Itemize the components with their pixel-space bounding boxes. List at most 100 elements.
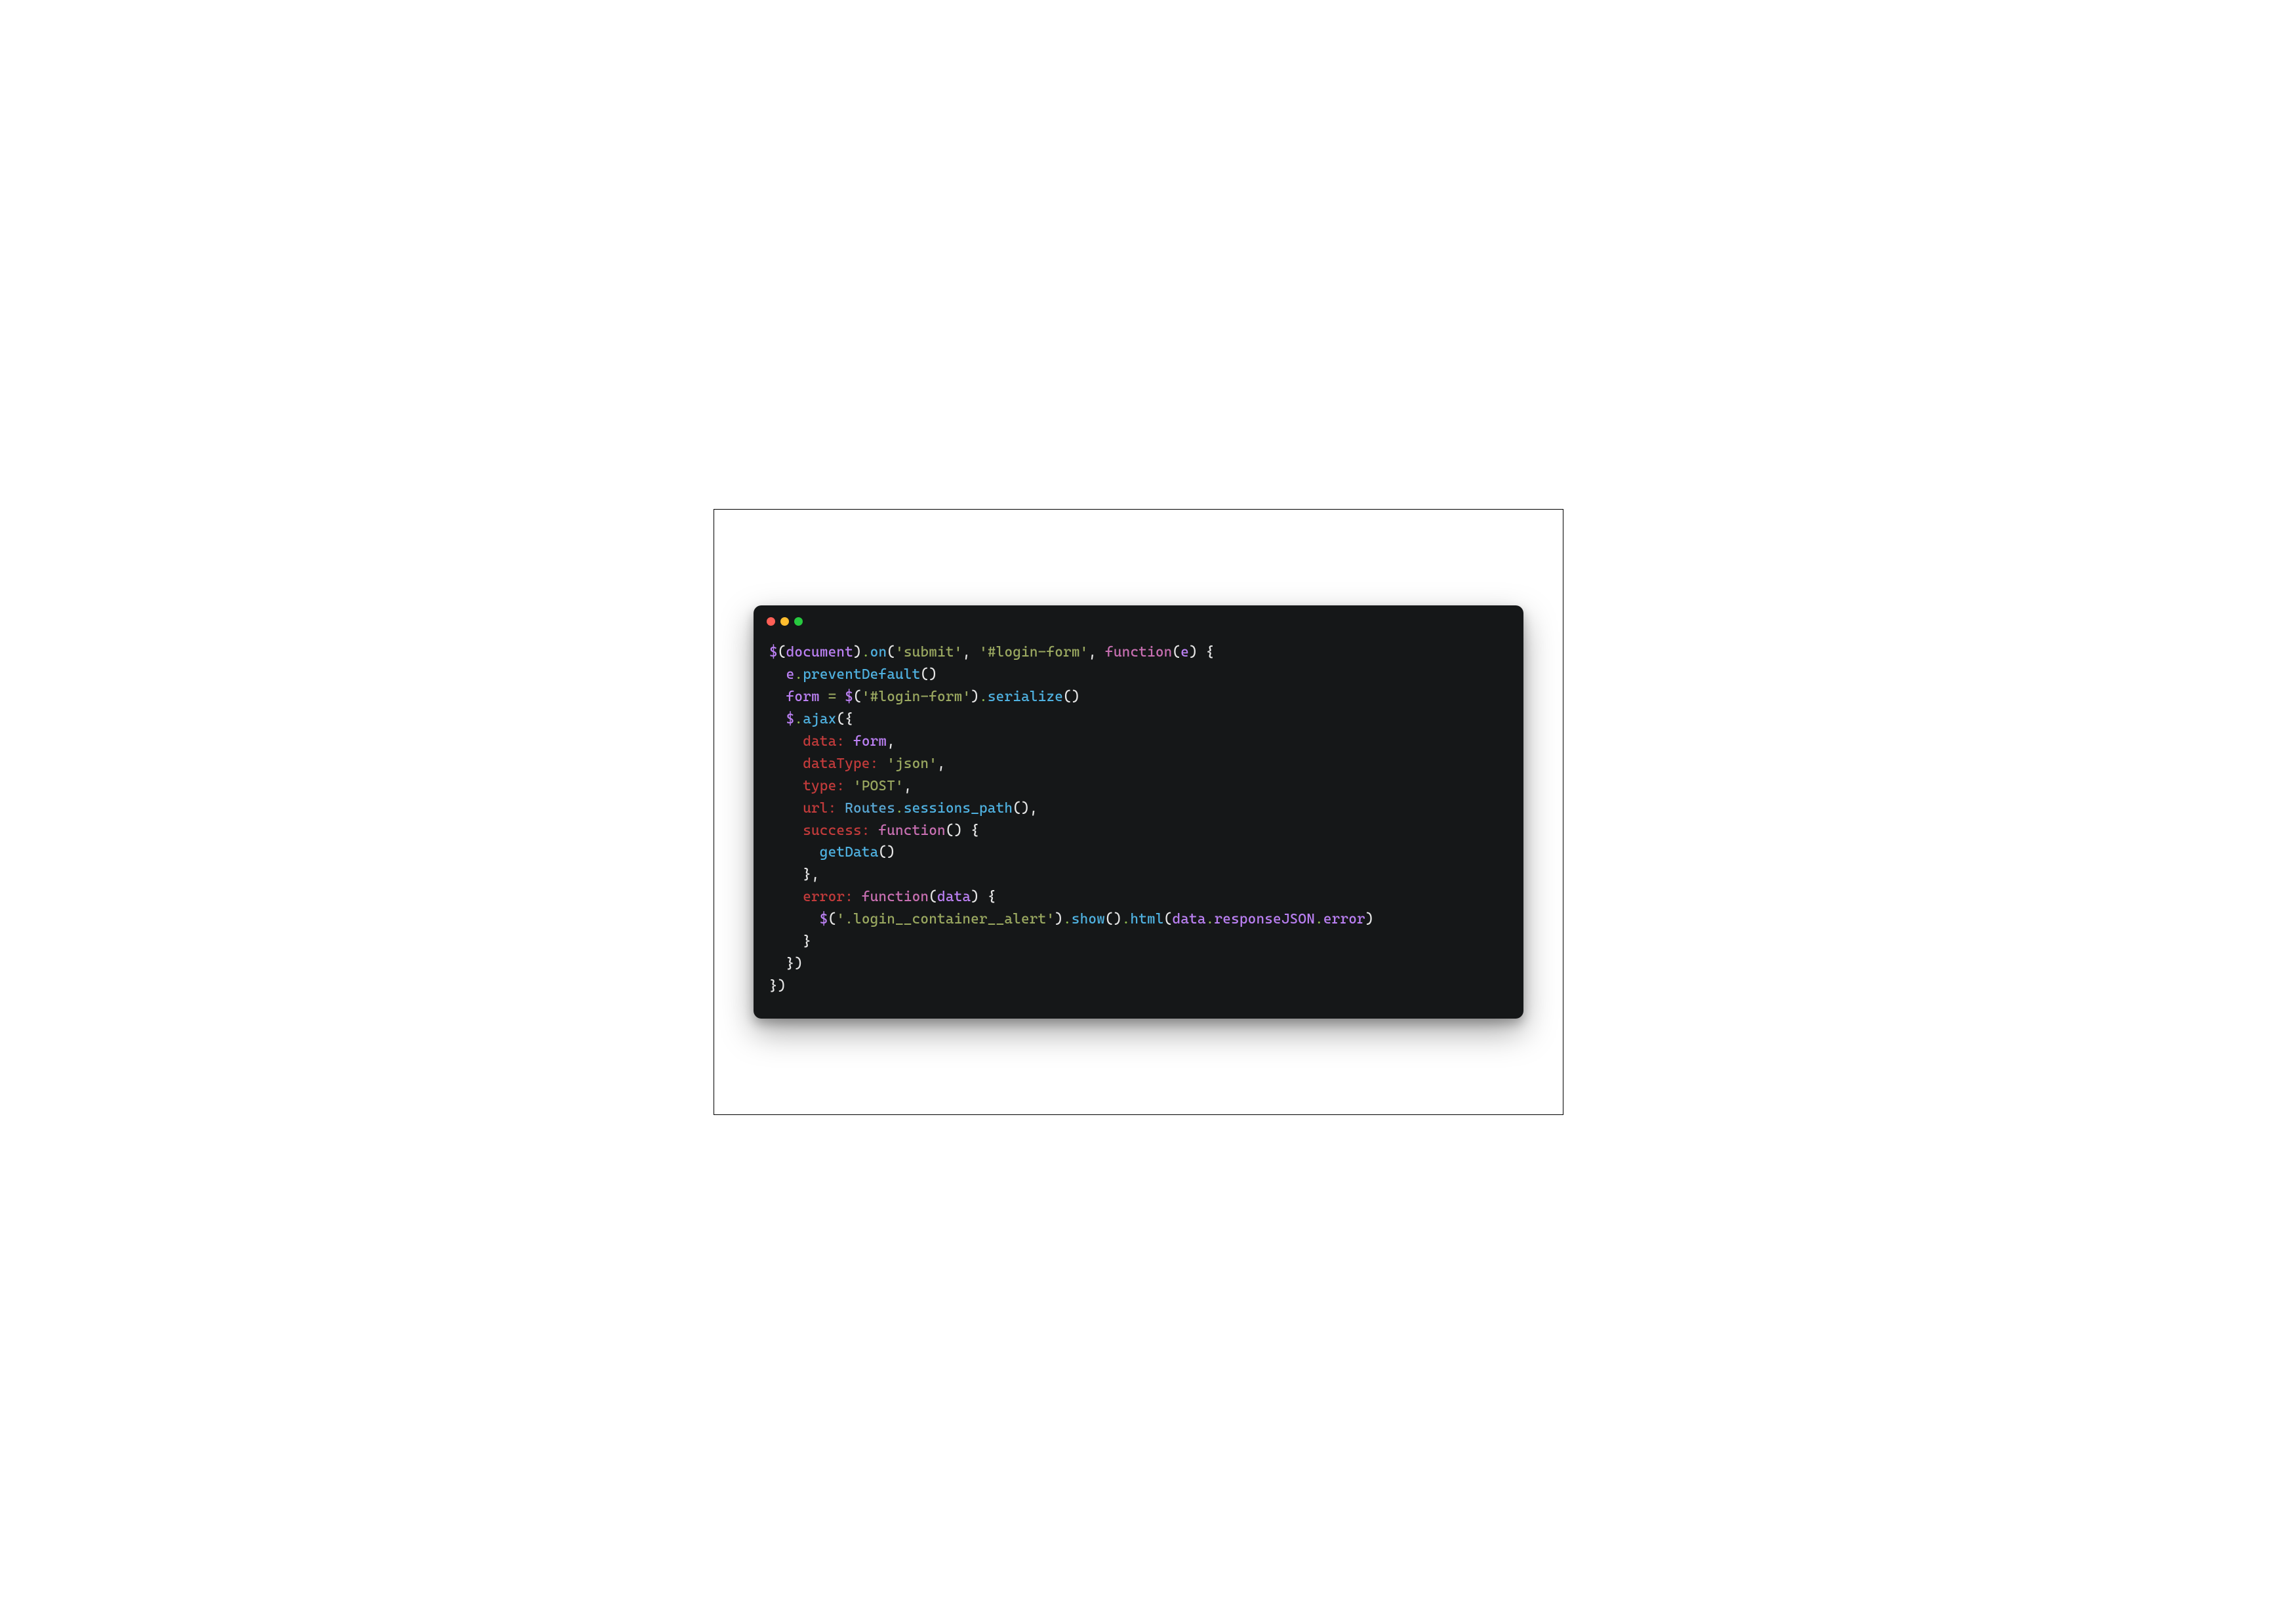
- code-token: type:: [803, 778, 845, 794]
- code-token: e: [1180, 644, 1189, 660]
- code-token: Routes: [845, 800, 895, 817]
- code-token: .: [794, 666, 803, 683]
- code-token: }: [803, 933, 811, 950]
- code-line: $(document).on('submit', '#login-form', …: [769, 644, 1214, 660]
- code-line: form = $('#login-form').serialize(): [769, 689, 1080, 705]
- code-token: '#login-form': [862, 689, 971, 705]
- code-token: error: [1323, 911, 1365, 927]
- code-token: (): [1063, 689, 1080, 705]
- maximize-icon[interactable]: [794, 617, 803, 626]
- code-token: ): [1055, 911, 1063, 927]
- code-token: [769, 822, 803, 839]
- code-token: .: [1122, 911, 1131, 927]
- code-token: [769, 733, 803, 750]
- code-token: (: [1164, 911, 1173, 927]
- code-token: }): [786, 956, 803, 972]
- code-token: 'submit': [895, 644, 962, 660]
- code-token: }): [769, 978, 786, 994]
- code-token: ): [853, 644, 862, 660]
- code-token: show: [1072, 911, 1105, 927]
- code-token: dataType:: [803, 756, 878, 772]
- code-token: ({: [836, 711, 853, 727]
- code-token: ,: [887, 733, 895, 750]
- code-token: [769, 844, 820, 861]
- code-line: $('.login__container__alert').show().htm…: [769, 911, 1374, 927]
- code-line: type: 'POST',: [769, 778, 912, 794]
- code-token: [769, 666, 786, 683]
- window-titlebar: [754, 605, 1523, 626]
- code-token: form: [786, 689, 820, 705]
- code-line: }: [769, 933, 811, 950]
- code-token: (: [853, 689, 862, 705]
- code-token: [769, 866, 803, 883]
- code-token: [836, 800, 845, 817]
- code-token: ): [971, 689, 979, 705]
- code-token: data:: [803, 733, 845, 750]
- code-token: .: [794, 711, 803, 727]
- minimize-icon[interactable]: [780, 617, 789, 626]
- code-token: serialize: [988, 689, 1063, 705]
- code-token: (: [828, 911, 837, 927]
- code-line: dataType: 'json',: [769, 756, 946, 772]
- code-token: [853, 889, 862, 905]
- code-line: }): [769, 978, 786, 994]
- code-token: getData: [820, 844, 879, 861]
- code-token: .: [1063, 911, 1072, 927]
- code-token: data: [1172, 911, 1205, 927]
- code-token: [870, 822, 879, 839]
- code-token: error:: [803, 889, 853, 905]
- code-line: $.ajax({: [769, 711, 853, 727]
- code-window: $(document).on('submit', '#login-form', …: [754, 605, 1523, 1019]
- code-line: data: form,: [769, 733, 895, 750]
- code-token: '.login__container__alert': [836, 911, 1055, 927]
- code-token: success:: [803, 822, 870, 839]
- code-token: [769, 800, 803, 817]
- code-token: ,: [1088, 644, 1105, 660]
- code-token: [820, 689, 828, 705]
- code-token: ) {: [1189, 644, 1214, 660]
- close-icon[interactable]: [767, 617, 775, 626]
- code-token: ,: [904, 778, 912, 794]
- code-token: ,: [937, 756, 946, 772]
- code-token: [845, 778, 853, 794]
- code-token: 'POST': [853, 778, 904, 794]
- code-token: function: [1105, 644, 1172, 660]
- code-token: responseJSON: [1214, 911, 1315, 927]
- code-token: () {: [946, 822, 979, 839]
- code-line: url: Routes.sessions_path(),: [769, 800, 1038, 817]
- code-token: [769, 956, 786, 972]
- code-token: [769, 911, 820, 927]
- code-token: [769, 689, 786, 705]
- code-token: $: [845, 689, 853, 705]
- code-token: (: [1172, 644, 1180, 660]
- code-token: .: [979, 689, 988, 705]
- code-token: function: [878, 822, 945, 839]
- code-line: },: [769, 866, 820, 883]
- code-token: e: [786, 666, 795, 683]
- code-token: [878, 756, 887, 772]
- code-token: $: [820, 911, 828, 927]
- code-token: (: [929, 889, 937, 905]
- code-token: (): [878, 844, 895, 861]
- code-token: .: [1206, 911, 1215, 927]
- code-line: }): [769, 956, 803, 972]
- page-frame: $(document).on('submit', '#login-form', …: [714, 509, 1563, 1115]
- code-token: [769, 756, 803, 772]
- code-token: [769, 889, 803, 905]
- code-token: (: [778, 644, 786, 660]
- code-token: (),: [1013, 800, 1038, 817]
- code-token: document: [786, 644, 853, 660]
- code-token: .: [862, 644, 870, 660]
- code-token: (): [920, 666, 937, 683]
- code-token: ) {: [971, 889, 996, 905]
- code-block: $(document).on('submit', '#login-form', …: [754, 626, 1523, 1019]
- code-token: function: [862, 889, 929, 905]
- code-token: ,: [962, 644, 979, 660]
- code-token: ajax: [803, 711, 836, 727]
- code-token: [845, 733, 853, 750]
- code-token: data: [937, 889, 971, 905]
- code-token: [836, 689, 845, 705]
- code-token: '#login-form': [979, 644, 1088, 660]
- code-line: success: function() {: [769, 822, 979, 839]
- code-token: $: [769, 644, 778, 660]
